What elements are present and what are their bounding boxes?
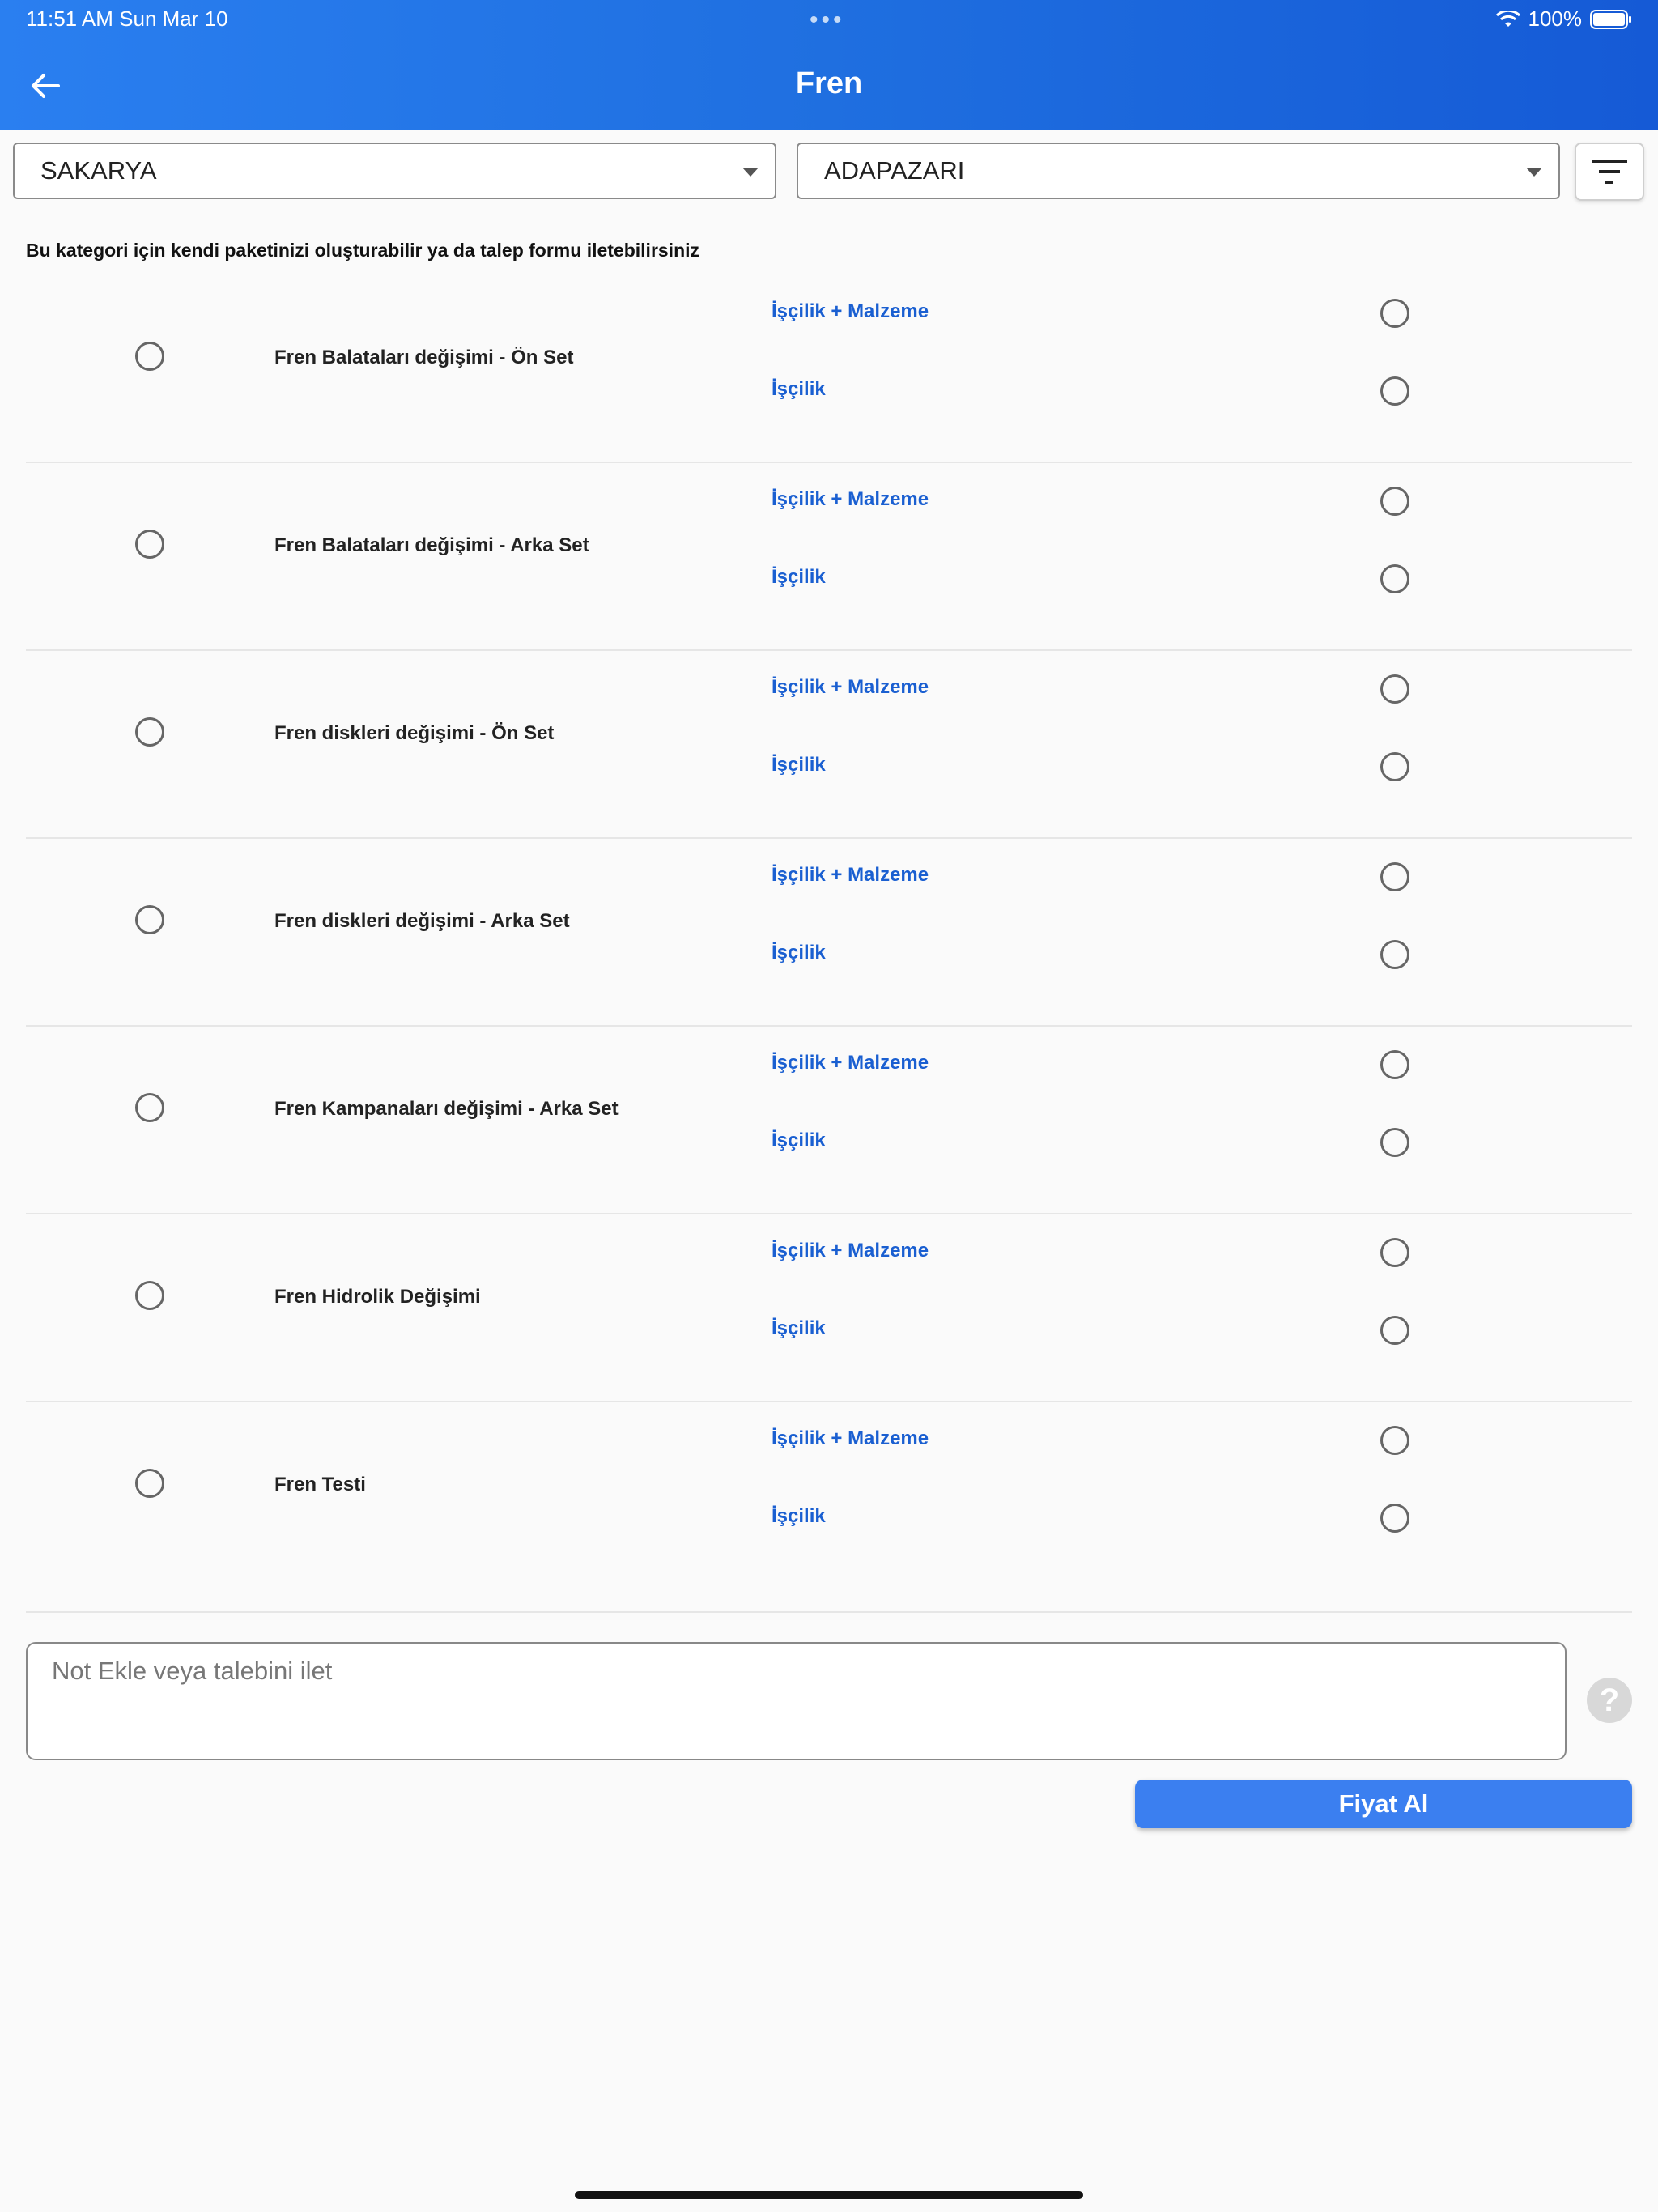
city-select[interactable]: SAKARYA <box>13 143 776 199</box>
option-labor-material-radio[interactable] <box>1380 1050 1409 1079</box>
option-labor-label: İşçilik <box>772 1505 826 1527</box>
wifi-icon <box>1495 10 1520 27</box>
option-labor-material-label: İşçilik + Malzeme <box>772 1052 929 1074</box>
service-radio[interactable] <box>135 905 164 934</box>
option-labor-radio[interactable] <box>1380 1316 1409 1345</box>
service-row: Fren Balataları değişimi - Ön Set İşçili… <box>26 275 1632 463</box>
service-name: Fren Balataları değişimi - Ön Set <box>274 347 574 368</box>
option-labor-material-label: İşçilik + Malzeme <box>772 300 929 322</box>
option-labor-material-radio[interactable] <box>1380 299 1409 328</box>
battery-icon <box>1590 9 1631 29</box>
service-list: Fren Balataları değişimi - Ön Set İşçili… <box>26 275 1632 1613</box>
info-text: Bu kategori için kendi paketinizi oluştu… <box>26 240 700 261</box>
note-placeholder: Not Ekle veya talebini ilet <box>52 1657 333 1685</box>
service-radio[interactable] <box>135 1469 164 1498</box>
get-price-button[interactable]: Fiyat Al <box>1135 1780 1632 1828</box>
service-row: Fren Hidrolik Değişimi İşçilik + Malzeme… <box>26 1214 1632 1402</box>
note-input[interactable]: Not Ekle veya talebini ilet <box>26 1642 1567 1760</box>
service-radio[interactable] <box>135 1093 164 1122</box>
dropdown-arrow-icon <box>742 168 759 177</box>
dropdown-arrow-icon <box>1526 168 1542 177</box>
service-row: Fren Testi İşçilik + Malzeme İşçilik <box>26 1402 1632 1613</box>
option-labor-radio[interactable] <box>1380 564 1409 593</box>
service-name: Fren Balataları değişimi - Arka Set <box>274 534 589 556</box>
option-labor-material-radio[interactable] <box>1380 1426 1409 1455</box>
option-labor-radio[interactable] <box>1380 376 1409 406</box>
option-labor-material-radio[interactable] <box>1380 487 1409 516</box>
district-select[interactable]: ADAPAZARI <box>797 143 1560 199</box>
district-select-value: ADAPAZARI <box>824 156 965 185</box>
battery-percent: 100% <box>1528 6 1583 31</box>
service-name: Fren Kampanaları değişimi - Arka Set <box>274 1098 619 1120</box>
service-name: Fren diskleri değişimi - Ön Set <box>274 722 555 744</box>
service-name: Fren Hidrolik Değişimi <box>274 1286 481 1308</box>
help-icon[interactable]: ? <box>1587 1678 1632 1723</box>
option-labor-radio[interactable] <box>1380 752 1409 781</box>
service-radio[interactable] <box>135 1281 164 1310</box>
service-row: Fren Kampanaları değişimi - Arka Set İşç… <box>26 1027 1632 1214</box>
option-labor-radio[interactable] <box>1380 1128 1409 1157</box>
app-bar: 11:51 AM Sun Mar 10 ••• 100% Fren <box>0 0 1658 130</box>
option-labor-label: İşçilik <box>772 942 826 963</box>
filter-button[interactable] <box>1575 143 1644 201</box>
service-row: Fren diskleri değişimi - Ön Set İşçilik … <box>26 651 1632 839</box>
service-name: Fren Testi <box>274 1474 366 1495</box>
option-labor-material-label: İşçilik + Malzeme <box>772 676 929 698</box>
page-title: Fren <box>795 66 863 100</box>
status-right: 100% <box>1495 6 1633 32</box>
service-radio[interactable] <box>135 717 164 747</box>
city-select-value: SAKARYA <box>40 156 157 185</box>
option-labor-radio[interactable] <box>1380 940 1409 969</box>
option-labor-material-radio[interactable] <box>1380 674 1409 704</box>
service-radio[interactable] <box>135 530 164 559</box>
option-labor-material-label: İşçilik + Malzeme <box>772 488 929 510</box>
option-labor-label: İşçilik <box>772 1129 826 1151</box>
option-labor-material-label: İşçilik + Malzeme <box>772 864 929 886</box>
multitask-dots[interactable]: ••• <box>810 6 845 34</box>
option-labor-label: İşçilik <box>772 378 826 400</box>
status-time: 11:51 AM Sun Mar 10 <box>26 6 228 31</box>
filter-icon <box>1592 160 1627 184</box>
option-labor-label: İşçilik <box>772 1317 826 1339</box>
home-indicator[interactable] <box>575 2191 1083 2199</box>
service-row: Fren diskleri değişimi - Arka Set İşçili… <box>26 839 1632 1027</box>
option-labor-radio[interactable] <box>1380 1504 1409 1533</box>
get-price-label: Fiyat Al <box>1338 1789 1429 1818</box>
option-labor-material-label: İşçilik + Malzeme <box>772 1427 929 1449</box>
option-labor-material-radio[interactable] <box>1380 862 1409 891</box>
option-labor-material-radio[interactable] <box>1380 1238 1409 1267</box>
service-row: Fren Balataları değişimi - Arka Set İşçi… <box>26 463 1632 651</box>
help-symbol: ? <box>1599 1682 1620 1718</box>
service-name: Fren diskleri değişimi - Arka Set <box>274 910 570 932</box>
option-labor-label: İşçilik <box>772 754 826 776</box>
service-radio[interactable] <box>135 342 164 371</box>
option-labor-label: İşçilik <box>772 566 826 588</box>
option-labor-material-label: İşçilik + Malzeme <box>772 1240 929 1261</box>
